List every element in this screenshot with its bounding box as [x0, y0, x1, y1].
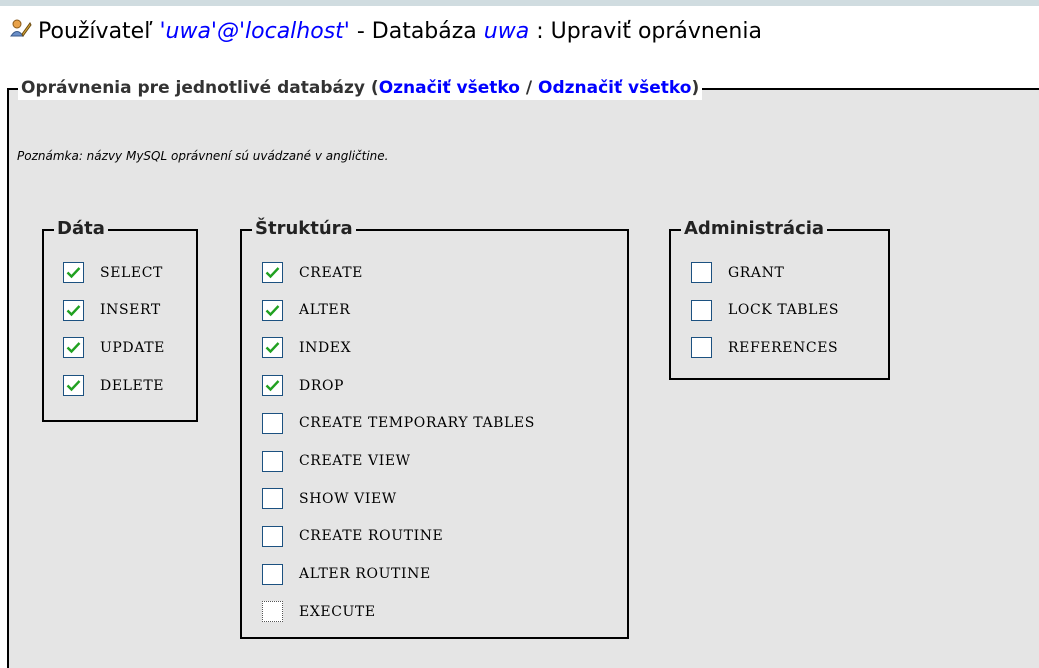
structure-legend: Štruktúra [252, 217, 356, 241]
privilege-checkbox[interactable] [262, 299, 283, 321]
admin-legend: Administrácia [681, 217, 828, 241]
user-link[interactable]: 'uwa'@'localhost' [159, 19, 349, 44]
privilege-checkbox[interactable] [262, 375, 283, 397]
privilege-label: LOCK TABLES [728, 302, 840, 319]
checkmark-icon [265, 267, 280, 279]
privilege-option[interactable]: CREATE [262, 262, 363, 283]
privilege-checkbox[interactable] [262, 525, 283, 547]
privilege-checkbox[interactable] [691, 262, 712, 283]
privilege-label: DROP [299, 377, 345, 394]
privilege-option[interactable]: INDEX [262, 337, 352, 359]
privilege-option[interactable]: DROP [262, 375, 345, 397]
checkmark-icon [265, 304, 280, 316]
privilege-label: INSERT [100, 302, 161, 319]
privilege-option[interactable]: ALTER ROUTINE [262, 563, 431, 585]
privilege-label: SHOW VIEW [299, 490, 397, 507]
privilege-option[interactable]: REFERENCES [691, 337, 839, 359]
privilege-checkbox[interactable] [262, 337, 283, 359]
data-legend: Dáta [54, 217, 108, 241]
privilege-checkbox[interactable] [262, 488, 283, 510]
checkmark-icon [66, 267, 81, 279]
privilege-option[interactable]: SHOW VIEW [262, 488, 397, 510]
legend-suffix: ) [691, 78, 700, 98]
privilege-checkbox[interactable] [63, 337, 84, 359]
page-title: Používateľ 'uwa'@'localhost' - Databáza … [10, 15, 762, 49]
privilege-label: ALTER [299, 302, 351, 319]
privilege-checkbox[interactable] [691, 337, 712, 359]
privilege-option[interactable]: INSERT [63, 299, 161, 321]
checkmark-icon [66, 380, 81, 392]
privilege-checkbox[interactable] [262, 563, 283, 585]
privilege-label: CREATE [299, 264, 363, 281]
checkmark-icon [66, 342, 81, 354]
privilege-option[interactable]: CREATE TEMPORARY TABLES [262, 412, 535, 434]
privilege-label: ALTER ROUTINE [299, 566, 431, 583]
checkmark-icon [66, 304, 81, 316]
database-link[interactable]: uwa [484, 19, 529, 44]
privilege-option[interactable]: CREATE ROUTINE [262, 525, 444, 547]
check-all-link[interactable]: Označiť všetko [379, 78, 520, 98]
privilege-label: EXECUTE [299, 603, 376, 620]
privilege-option[interactable]: SELECT [63, 262, 163, 283]
privilege-checkbox[interactable] [262, 601, 283, 623]
privileges-note: Poznámka: názvy MySQL oprávnení sú uvádz… [17, 149, 389, 163]
privilege-label: CREATE TEMPORARY TABLES [299, 415, 535, 432]
uncheck-all-link[interactable]: Odznačiť všetko [538, 78, 691, 98]
privilege-checkbox[interactable] [262, 412, 283, 434]
privilege-checkbox[interactable] [262, 262, 283, 283]
privilege-label: GRANT [728, 264, 785, 281]
top-bar [0, 0, 1039, 6]
privilege-checkbox[interactable] [63, 299, 84, 321]
privilege-option[interactable]: EXECUTE [262, 601, 376, 623]
privilege-label: UPDATE [100, 339, 165, 356]
privilege-label: DELETE [100, 377, 165, 394]
privilege-label: CREATE VIEW [299, 453, 411, 469]
title-suffix: : Upraviť oprávnenia [536, 19, 762, 44]
title-prefix: Používateľ [38, 19, 153, 44]
privilege-label: REFERENCES [728, 339, 839, 356]
privilege-checkbox[interactable] [63, 375, 84, 397]
privilege-option[interactable]: UPDATE [63, 337, 165, 359]
privilege-option[interactable]: GRANT [691, 262, 784, 283]
privilege-label: SELECT [100, 264, 163, 281]
privilege-option[interactable]: CREATE VIEW [262, 450, 411, 472]
db-privileges-legend: Oprávnenia pre jednotlivé databázy (Ozna… [18, 76, 703, 100]
privilege-option[interactable]: LOCK TABLES [691, 299, 840, 321]
legend-prefix: Oprávnenia pre jednotlivé databázy ( [21, 78, 379, 98]
legend-separator: / [525, 78, 533, 98]
title-db-label: - Databáza [356, 19, 477, 44]
checkmark-icon [265, 380, 280, 392]
privilege-checkbox[interactable] [691, 299, 712, 321]
checkmark-icon [265, 342, 280, 354]
privilege-checkbox[interactable] [262, 450, 283, 472]
privilege-label: CREATE ROUTINE [299, 528, 444, 545]
privilege-option[interactable]: ALTER [262, 299, 351, 321]
privilege-checkbox[interactable] [63, 262, 84, 283]
user-edit-icon [10, 15, 32, 49]
privilege-option[interactable]: DELETE [63, 375, 165, 397]
privilege-label: INDEX [299, 339, 352, 356]
